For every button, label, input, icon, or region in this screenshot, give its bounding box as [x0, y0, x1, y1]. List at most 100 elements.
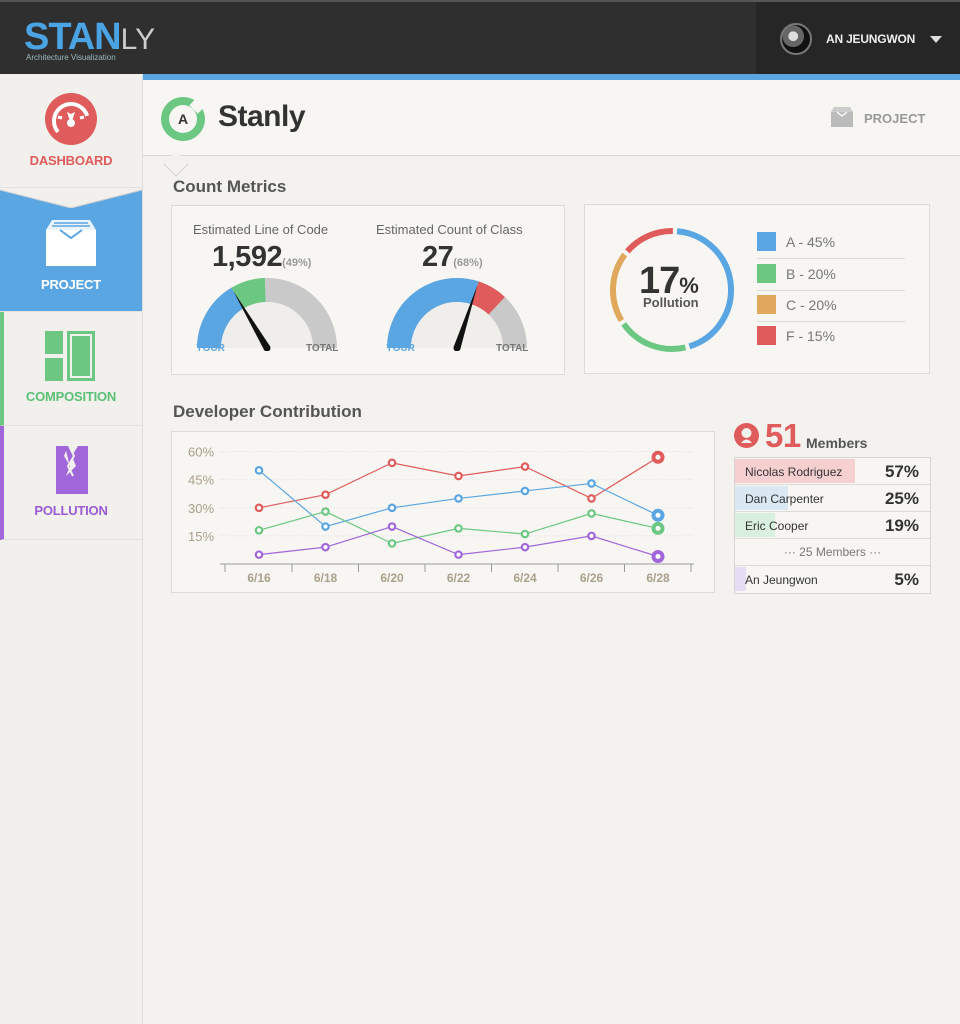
data-point: [651, 508, 665, 522]
member-row[interactable]: Eric Cooper 19%: [735, 512, 930, 539]
data-point: [651, 550, 665, 564]
x-tick-label: 6/28: [646, 571, 670, 585]
sidebar-item-label: POLLUTION: [34, 503, 108, 518]
logo-suffix-text: LY: [120, 23, 156, 56]
data-point: [321, 490, 330, 499]
chevron-down-icon[interactable]: [930, 36, 942, 43]
gauge-title: Estimated Count of Class: [376, 222, 523, 237]
data-point: [520, 486, 530, 496]
gauge-accent-arc: [231, 278, 267, 309]
x-tick-label: 6/26: [580, 571, 604, 585]
legend-swatch: [757, 295, 776, 314]
donut-segment: [625, 228, 673, 254]
content-header: A Stanly PROJECT: [143, 80, 960, 177]
top-bar: STANLY Architecture Visualization AN JEU…: [0, 0, 960, 74]
project-badge-letter: A: [169, 105, 197, 133]
member-row[interactable]: Nicolas Rodriguez 57%: [735, 458, 930, 485]
project-section-label: PROJECT: [864, 111, 926, 126]
legend-label: B - 20%: [786, 266, 836, 282]
gauge-class: [387, 278, 527, 351]
data-point: [387, 458, 397, 468]
y-tick-label: 30%: [188, 501, 214, 516]
gauge-card: Estimated Line of Code 1,592(49%) YOUR T…: [171, 205, 565, 375]
box-icon: [831, 107, 853, 127]
member-percent: 5%: [894, 570, 919, 589]
page-title: Stanly: [218, 100, 306, 133]
data-point: [321, 542, 330, 552]
gauge-title: Estimated Line of Code: [193, 222, 329, 237]
avatar[interactable]: [780, 23, 812, 55]
data-point: [254, 503, 264, 513]
gauge-loc: [197, 278, 337, 351]
donut-segment: [621, 322, 687, 352]
data-point: [254, 525, 264, 535]
more-members-button[interactable]: ··· 25 Members ···: [735, 539, 930, 566]
donut-segment: [610, 252, 628, 323]
x-tick-label: 6/22: [447, 571, 471, 585]
member-name: An Jeungwon: [745, 573, 818, 587]
sidebar-item-composition[interactable]: COMPOSITION: [0, 312, 142, 426]
legend-swatch: [757, 232, 776, 251]
user-name: AN JEUNGWON: [826, 32, 916, 46]
data-point: [321, 522, 330, 531]
legend-item-c: C - 20%: [757, 290, 905, 322]
composition-icon: [45, 331, 95, 381]
sidebar-item-dashboard[interactable]: DASHBOARD: [0, 74, 142, 188]
x-tick-label: 6/18: [314, 571, 338, 585]
legend-swatch: [757, 264, 776, 283]
legend-label: A - 45%: [786, 234, 836, 250]
gauge-right-label: TOTAL: [306, 343, 339, 354]
member-name: Dan Carpenter: [745, 492, 824, 506]
data-point: [651, 521, 665, 535]
data-point: [387, 522, 397, 531]
y-tick-label: 45%: [188, 473, 214, 488]
legend-swatch: [757, 326, 776, 345]
pollution-icon: [56, 445, 88, 494]
data-point: [321, 507, 330, 516]
data-point: [454, 494, 463, 503]
data-point: [254, 550, 264, 559]
gauge-value: 27(68%): [422, 241, 483, 273]
data-point: [520, 462, 530, 471]
app-logo[interactable]: STANLY Architecture Visualization: [24, 16, 156, 62]
user-icon: [734, 423, 759, 448]
gauge-right-label: TOTAL: [496, 343, 529, 354]
x-tick-label: 6/20: [380, 571, 404, 585]
member-name: Nicolas Rodriguez: [745, 465, 843, 479]
member-row-self[interactable]: An Jeungwon 5%: [735, 566, 930, 593]
pollution-label: Pollution: [643, 295, 699, 310]
legend-label: C - 20%: [786, 297, 837, 313]
logo-main-text: STAN: [24, 16, 122, 58]
legend-label: F - 15%: [786, 328, 836, 344]
gauge-left-label: YOUR: [196, 343, 225, 354]
members-label: Members: [806, 435, 868, 451]
gauge-accent-arc: [470, 281, 505, 315]
user-menu[interactable]: AN JEUNGWON: [756, 2, 960, 74]
member-list: Nicolas Rodriguez 57% Dan Carpenter 25% …: [734, 457, 931, 594]
member-percent: 25%: [884, 489, 919, 508]
x-tick-label: 6/16: [247, 571, 271, 585]
header-pointer: [163, 151, 189, 177]
sidebar: DASHBOARD PROJECT COMPOSITION POLLUTION: [0, 74, 143, 1024]
data-point: [454, 524, 463, 533]
contribution-chart-card: 15% 30% 45% 60% 6/16 6/18 6/20 6/22 6/24 6/26 6/28: [171, 431, 715, 593]
sidebar-item-pollution[interactable]: POLLUTION: [0, 426, 142, 540]
data-point: [387, 503, 397, 513]
data-point: [520, 529, 530, 539]
data-point: [587, 531, 596, 541]
y-tick-label: 60%: [188, 445, 214, 460]
legend-item-a: A - 45%: [757, 227, 905, 259]
project-badge: A: [161, 97, 205, 141]
nav-divider: [0, 188, 142, 208]
member-percent: 19%: [884, 516, 919, 535]
sidebar-item-label: PROJECT: [40, 277, 101, 292]
contribution-line-chart: 15% 30% 45% 60% 6/16 6/18 6/20 6/22 6/24 6/26 6/28: [188, 445, 694, 585]
project-box-icon: [46, 220, 96, 266]
x-tick-label: 6/24: [513, 571, 537, 585]
gauge-percent: (49%): [282, 257, 312, 269]
developer-contribution-title: Developer Contribution: [173, 402, 362, 421]
data-point: [254, 466, 264, 475]
member-row[interactable]: Dan Carpenter 25%: [735, 485, 930, 512]
project-section-link[interactable]: PROJECT: [830, 107, 930, 130]
y-tick-label: 15%: [188, 529, 214, 544]
